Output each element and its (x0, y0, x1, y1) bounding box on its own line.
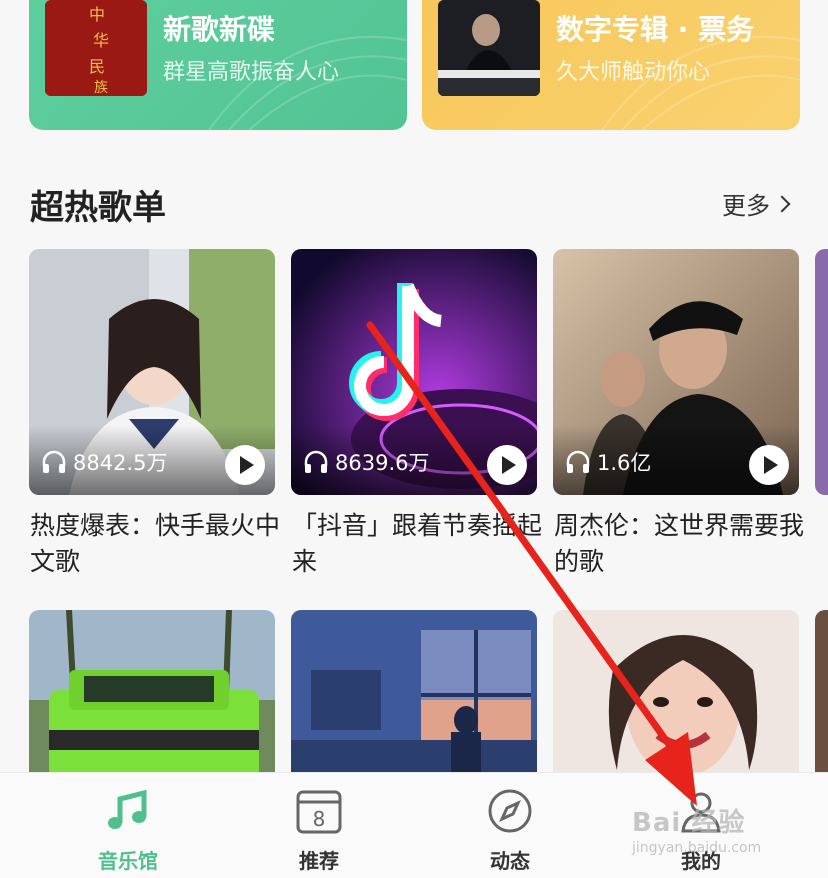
calendar-day: 8 (313, 807, 326, 831)
play-icon (764, 456, 778, 474)
watermark-sub: jingyan.baidu.com (632, 840, 762, 856)
headphones-icon (304, 450, 328, 473)
headphones-icon (566, 450, 590, 473)
chevron-right-icon (773, 195, 791, 212)
playlist-title[interactable]: 热度爆表：快手最火中文歌 (30, 508, 280, 580)
svg-text:华: 华 (93, 31, 109, 50)
section-title: 超热歌单 (30, 188, 166, 228)
more-link[interactable]: 更多 (722, 186, 791, 221)
album-cover-image: 中 华 民 族 (45, 0, 147, 96)
play-count: 8842.5万 (41, 447, 167, 477)
promo-subtitle: 久大师触动你心 (556, 60, 711, 85)
play-count: 1.6亿 (565, 447, 651, 477)
promo-subtitle: 群星高歌振奋人心 (163, 60, 340, 85)
play-count-label: 8639.6万 (335, 451, 430, 475)
more-label: 更多 (722, 192, 770, 220)
play-icon (240, 456, 254, 474)
playlist-card[interactable]: 8842.5万 (29, 249, 275, 495)
play-button[interactable] (749, 445, 789, 485)
playlist-title[interactable]: 周杰伦：这世界需要我的歌 (554, 508, 804, 580)
svg-text:民: 民 (89, 57, 105, 76)
promo-title: 新歌新碟 (163, 13, 276, 46)
play-button[interactable] (225, 445, 265, 485)
compass-icon (486, 787, 534, 835)
promo-digital-album[interactable]: 数字专辑 · 票务 久大师触动你心 (422, 0, 800, 130)
play-count: 8639.6万 (303, 447, 429, 477)
play-button[interactable] (487, 445, 527, 485)
nav-recommend[interactable]: 8 推荐 (259, 787, 379, 874)
app-screen: 中 华 民 族 新歌新碟 群星高歌振奋人心 数字专辑 · 票务 久大师触动你心 (0, 0, 828, 878)
playlist-card[interactable]: 8639.6万 (291, 249, 537, 495)
playlist-cover-image (815, 249, 828, 495)
nav-label: 推荐 (299, 849, 339, 873)
play-count-label: 1.6亿 (597, 451, 652, 475)
svg-text:中: 中 (89, 5, 105, 24)
nav-label: 动态 (490, 849, 530, 873)
playlist-card-partial[interactable] (815, 249, 828, 495)
album-cover-image (438, 0, 540, 96)
playlist-card[interactable]: 1.6亿 (553, 249, 799, 495)
promo-title: 数字专辑 · 票务 (556, 13, 755, 46)
watermark: Bai 经验 (632, 808, 746, 838)
nav-feed[interactable]: 动态 (450, 787, 570, 874)
nav-music-hall[interactable]: 音乐馆 (68, 787, 188, 874)
play-count-label: 8842.5万 (73, 451, 168, 475)
headphones-icon (42, 450, 66, 473)
promo-new-songs[interactable]: 中 华 民 族 新歌新碟 群星高歌振奋人心 (29, 0, 407, 130)
calendar-icon: 8 (295, 787, 343, 835)
music-note-icon (104, 787, 152, 835)
svg-text:族: 族 (94, 80, 108, 96)
playlist-title[interactable]: 「抖音」跟着节奏摇起来 (292, 508, 542, 580)
play-icon (502, 456, 516, 474)
nav-label: 音乐馆 (98, 849, 158, 873)
